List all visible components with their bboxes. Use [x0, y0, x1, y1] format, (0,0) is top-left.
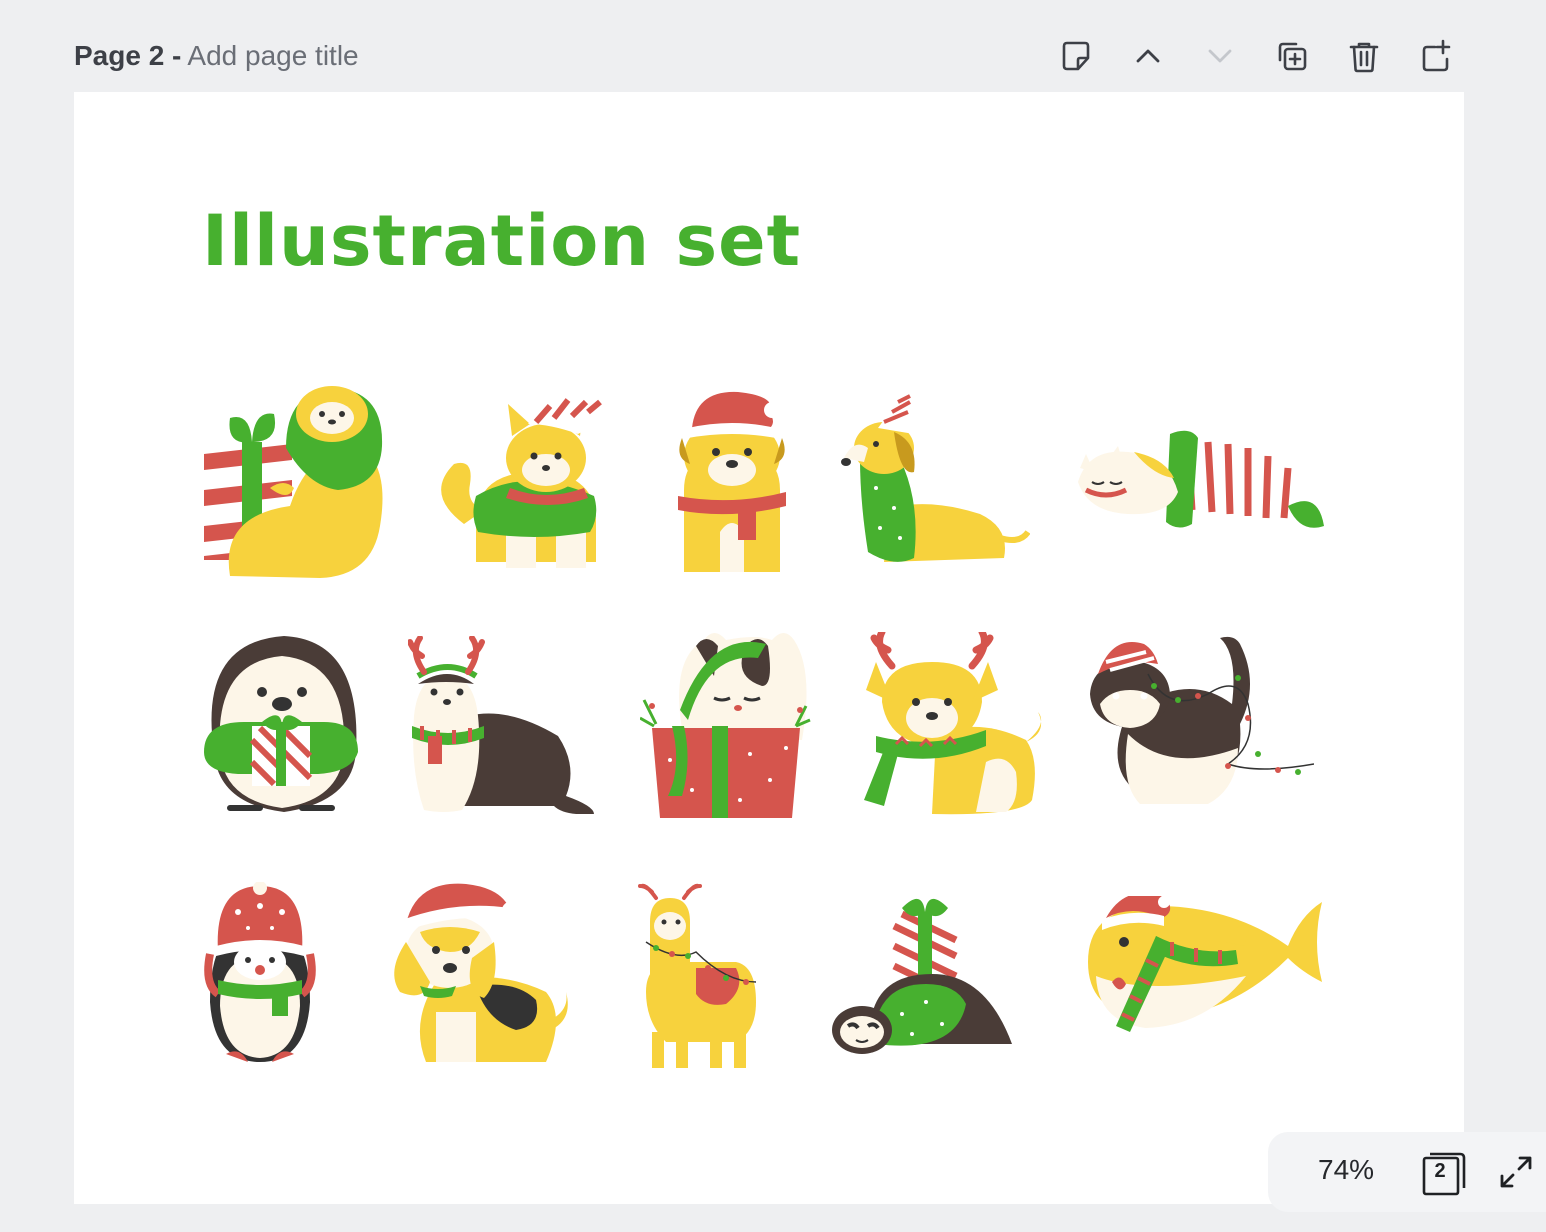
cat-in-gift-box-illustration[interactable]: [640, 630, 812, 818]
fullscreen-button[interactable]: [1496, 1152, 1536, 1192]
llama-with-lights-illustration[interactable]: [636, 882, 760, 1070]
illustration-set-heading[interactable]: Illustration set: [202, 200, 801, 282]
trash-icon: [1349, 42, 1379, 73]
sticky-note-button[interactable]: [1054, 34, 1098, 78]
move-page-down-button[interactable]: [1198, 34, 1242, 78]
page-title-input[interactable]: Add page title: [187, 40, 358, 72]
beagle-in-santa-hat-illustration[interactable]: [386, 882, 572, 1068]
cat-in-stocking-illustration[interactable]: [1078, 430, 1326, 532]
shark-in-santa-hat-illustration[interactable]: [1086, 896, 1324, 1040]
duplicate-page-icon: [1278, 42, 1307, 71]
chevron-down-icon: [1208, 49, 1232, 63]
duplicate-page-button[interactable]: [1270, 34, 1314, 78]
move-page-up-button[interactable]: [1126, 34, 1170, 78]
page-toolbar: [1040, 34, 1470, 78]
add-page-button[interactable]: [1414, 34, 1458, 78]
page-header: Page 2 - Add page title: [74, 36, 359, 76]
hedgehog-with-gift-illustration[interactable]: [200, 632, 362, 818]
page-count-number: 2: [1434, 1160, 1446, 1182]
design-page-canvas[interactable]: Illustration set: [74, 92, 1464, 1204]
page-number-label: Page 2 -: [74, 40, 182, 71]
shiba-dog-illustration[interactable]: [436, 392, 620, 576]
cat-with-lights-illustration[interactable]: [1088, 634, 1314, 812]
sloth-under-gift-illustration[interactable]: [832, 894, 1014, 1060]
delete-page-button[interactable]: [1342, 34, 1386, 78]
chevron-up-icon: [1136, 49, 1160, 63]
penguin-in-knit-hat-illustration[interactable]: [202, 882, 318, 1072]
pug-in-santa-hat-illustration[interactable]: [672, 390, 792, 576]
expand-icon: [1500, 1156, 1532, 1188]
ferret-with-antlers-illustration[interactable]: [408, 636, 594, 814]
dachshund-in-party-hat-illustration[interactable]: [840, 388, 1030, 578]
corgi-with-antlers-illustration[interactable]: [856, 632, 1044, 816]
zoom-controls: 74% 2: [1268, 1132, 1546, 1212]
page-count-button[interactable]: 2: [1420, 1150, 1468, 1198]
add-page-icon: [1422, 39, 1451, 72]
sloth-with-gift-illustration[interactable]: [200, 384, 388, 580]
sticky-note-icon: [1062, 41, 1090, 71]
zoom-level[interactable]: 74%: [1318, 1154, 1374, 1186]
